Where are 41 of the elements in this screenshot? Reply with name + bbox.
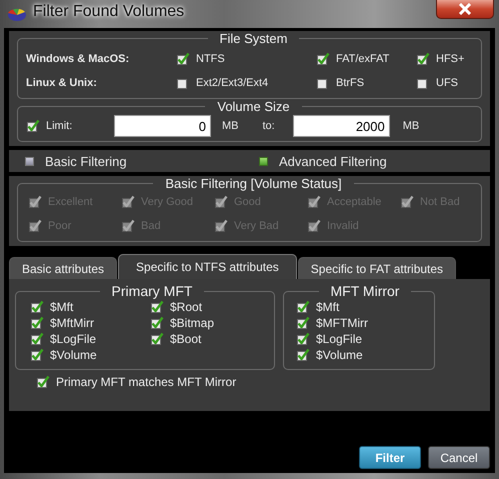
checkbox[interactable]: $Root <box>150 299 260 315</box>
checkbox[interactable]: BtrFS <box>316 76 416 90</box>
group-title: Volume Size <box>216 99 291 114</box>
dialog-button[interactable]: Cancel <box>428 446 490 469</box>
checkbox[interactable]: UFS <box>416 76 481 90</box>
checkbox[interactable]: $LogFile <box>30 331 150 347</box>
group-title: Primary MFT <box>110 283 194 299</box>
disk-icon <box>5 6 27 22</box>
input-field[interactable]: 0 <box>114 115 211 137</box>
checkbox[interactable]: FAT/exFAT <box>316 52 416 66</box>
radio-option[interactable]: Advanced Filtering <box>259 154 474 168</box>
close-icon <box>458 3 472 15</box>
unit-label: MB <box>402 120 420 132</box>
row-label: Linux & Unix: <box>26 77 98 89</box>
group-title: MFT Mirror <box>330 283 400 299</box>
checkbox[interactable]: Limit: <box>26 119 72 133</box>
radio-option[interactable]: Basic Filtering <box>25 154 259 168</box>
input-field[interactable]: 2000 <box>292 115 390 137</box>
group-title: File System <box>218 31 288 46</box>
checkbox[interactable]: Primary MFT matches MFT Mirror <box>36 375 236 389</box>
checkbox[interactable]: HFS+ <box>416 52 481 66</box>
checkbox[interactable]: $Mft <box>30 299 150 315</box>
tab[interactable]: Specific to FAT attributes <box>298 257 456 279</box>
field-label: to: <box>262 120 275 132</box>
window-title: Filter Found Volumes <box>33 3 184 21</box>
row-label: Windows & MacOS: <box>26 53 130 65</box>
tab[interactable]: Specific to NTFS attributes <box>118 254 297 279</box>
close-button[interactable] <box>436 0 494 19</box>
checkbox[interactable]: $Boot <box>150 331 260 347</box>
checkbox[interactable]: $Bitmap <box>150 315 260 331</box>
tab[interactable]: Basic attributes <box>9 257 118 279</box>
checkbox[interactable]: $Volume <box>296 347 422 363</box>
checkbox[interactable]: $MftMirr <box>30 315 150 331</box>
checkbox[interactable]: $LogFile <box>296 331 422 347</box>
unit-label: MB <box>222 120 238 132</box>
checkbox[interactable]: $Mft <box>296 299 422 315</box>
checkbox[interactable]: Ext2/Ext3/Ext4 <box>176 76 316 90</box>
checkbox[interactable]: NTFS <box>176 52 316 66</box>
checkbox[interactable]: $Volume <box>30 347 150 363</box>
checkbox[interactable]: $MFTMirr <box>296 315 422 331</box>
group-title: Basic Filtering [Volume Status] <box>164 176 343 191</box>
